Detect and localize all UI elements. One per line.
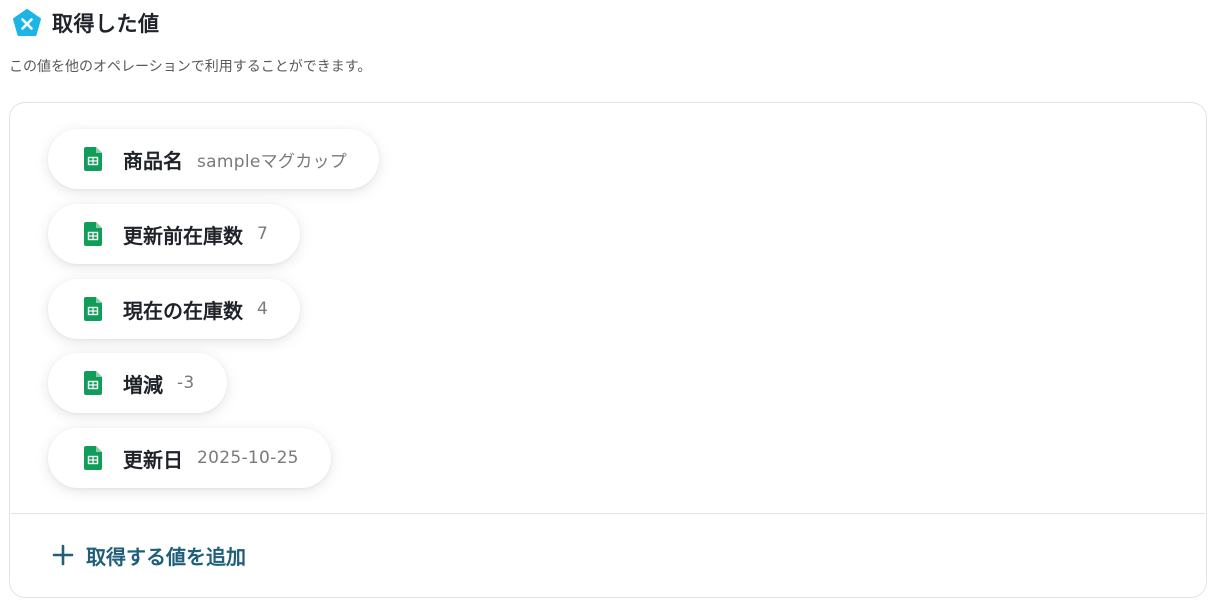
chip-label: 更新前在庫数 bbox=[123, 223, 243, 248]
yoom-x-pentagon-icon bbox=[12, 8, 42, 38]
section-title: 取得した値 bbox=[52, 12, 160, 36]
chip-value: 7 bbox=[257, 224, 269, 244]
value-chip-update-date[interactable]: 更新日 2025-10-25 bbox=[48, 428, 331, 488]
section-header: 取得した値 bbox=[12, 7, 160, 39]
section-description: この値を他のオペレーションで利用することができます。 bbox=[9, 59, 372, 75]
add-value-label: 取得する値を追加 bbox=[86, 544, 246, 569]
retrieved-values-panel: 取得した値 この値を他のオペレーションで利用することができます。 商品名 sam… bbox=[0, 0, 1216, 610]
value-chip-stock-before-update[interactable]: 更新前在庫数 7 bbox=[48, 204, 301, 264]
google-sheets-icon bbox=[84, 222, 102, 246]
value-chip-product-name[interactable]: 商品名 sampleマグカップ bbox=[48, 129, 380, 189]
add-value-button[interactable]: 取得する値を追加 bbox=[52, 539, 246, 571]
chip-label: 更新日 bbox=[123, 447, 183, 472]
chip-value: sampleマグカップ bbox=[197, 151, 348, 172]
google-sheets-icon bbox=[84, 446, 102, 470]
chip-label: 商品名 bbox=[123, 148, 183, 173]
chip-value: 2025-10-25 bbox=[197, 448, 299, 468]
chip-value: -3 bbox=[177, 373, 195, 393]
google-sheets-icon bbox=[84, 297, 102, 321]
chip-label: 現在の在庫数 bbox=[123, 298, 243, 323]
value-chip-current-stock[interactable]: 現在の在庫数 4 bbox=[48, 279, 301, 339]
card-divider bbox=[10, 513, 1206, 514]
values-card: 商品名 sampleマグカップ 更新前在庫数 7 現在の在庫数 4 増減 -3 … bbox=[9, 102, 1207, 598]
google-sheets-icon bbox=[84, 147, 102, 171]
plus-icon bbox=[52, 544, 74, 566]
google-sheets-icon bbox=[84, 371, 102, 395]
chip-value: 4 bbox=[257, 299, 269, 319]
value-chip-change[interactable]: 増減 -3 bbox=[48, 353, 227, 413]
chip-label: 増減 bbox=[123, 372, 163, 397]
